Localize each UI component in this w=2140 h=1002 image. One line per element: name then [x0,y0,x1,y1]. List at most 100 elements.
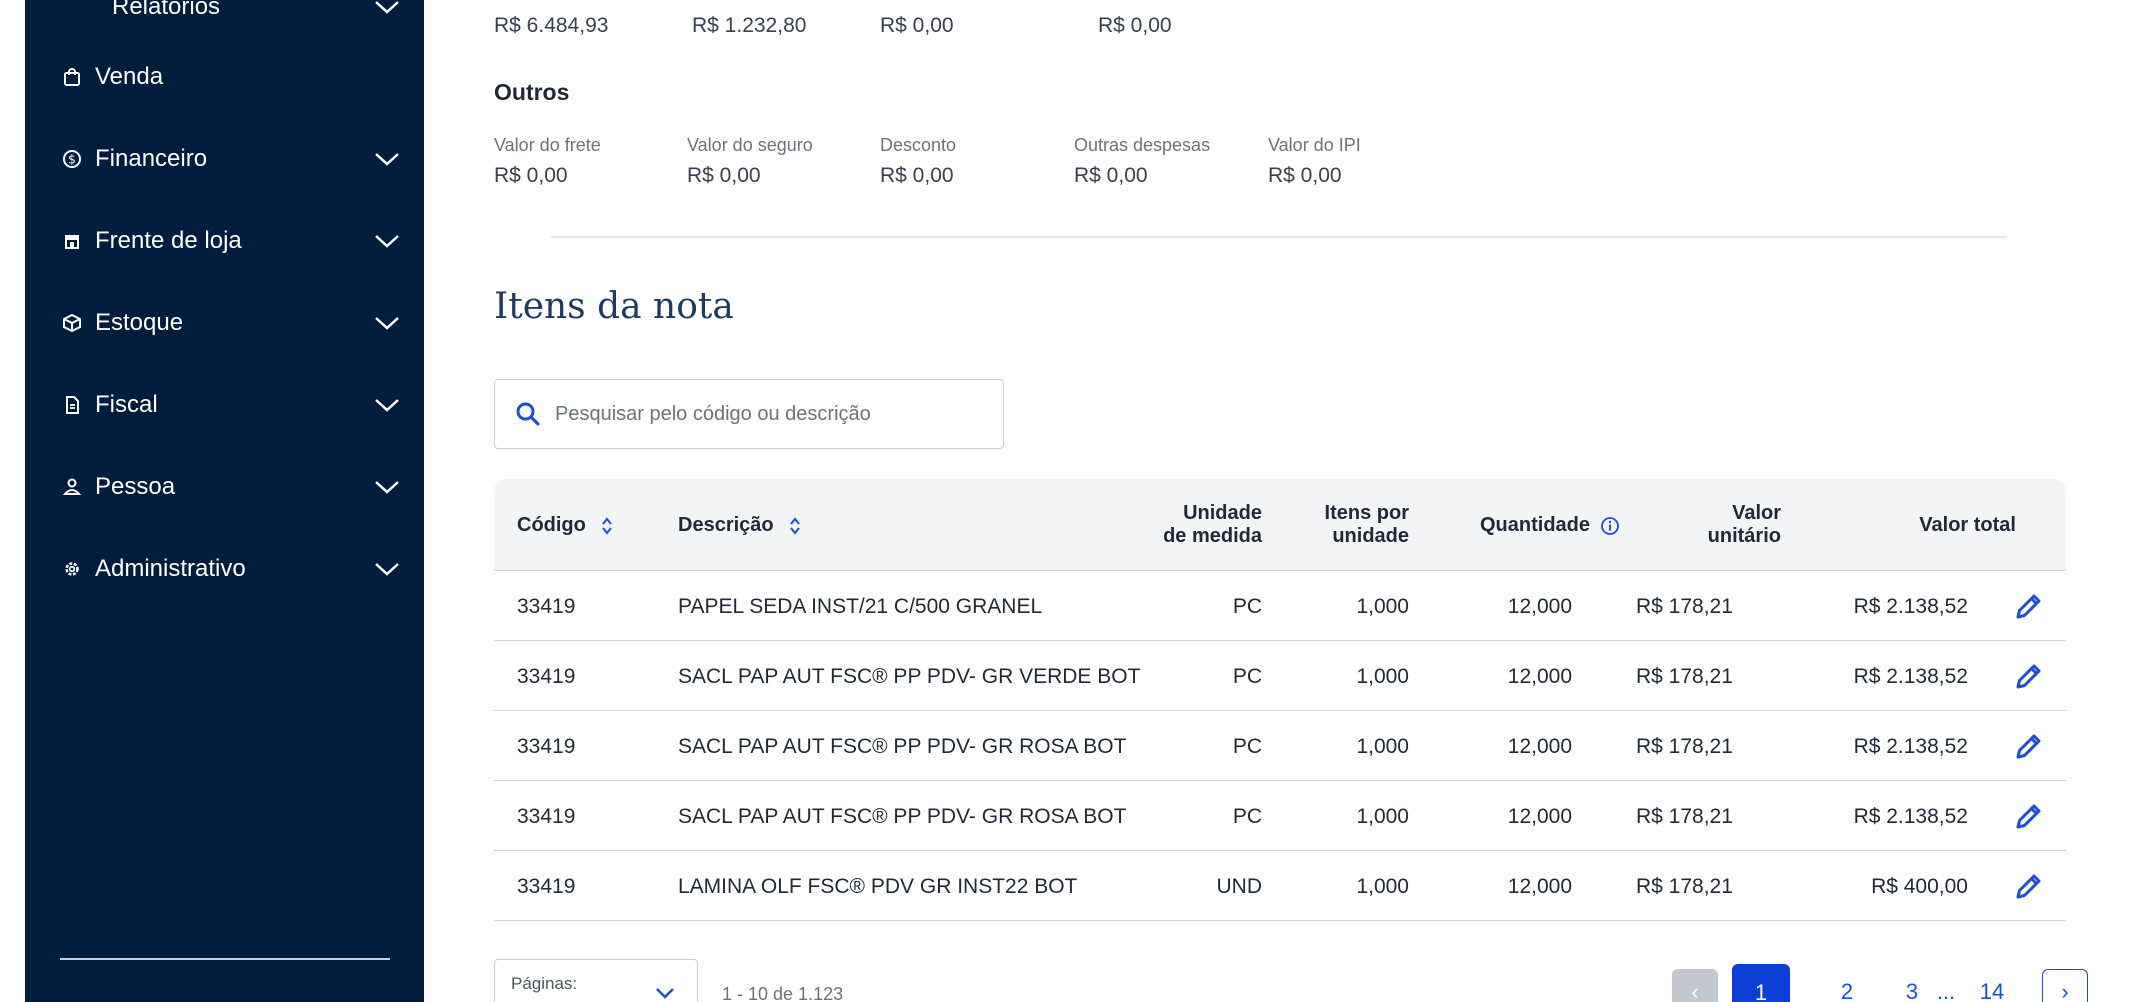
cell-quantidade: 12,000 [1507,595,1572,618]
chevron-down-icon [375,317,399,330]
cell-unidade: UND [1216,875,1263,898]
dollar-icon: $ [61,148,83,170]
page-button-1[interactable]: 1 [1732,964,1790,1002]
edit-icon[interactable] [2014,731,2044,761]
edit-icon[interactable] [2014,591,2044,621]
sidebar-item-relatorios[interactable]: Relatórios [61,0,415,36]
table-header: Código Descrição Unidade de medida Itens… [494,479,2066,571]
cell-descricao: LAMINA OLF FSC® PDV GR INST22 BOT [678,875,1078,898]
sidebar-item-label: Venda [95,63,164,90]
cell-valor-unitario: R$ 178,21 [1636,875,1733,898]
sort-icon [790,517,800,535]
gear-icon [61,558,83,580]
sidebar-item-label: Financeiro [95,145,208,172]
cell-codigo: 33419 [517,595,576,618]
section-title-outros: Outros [494,79,570,105]
field-value: R$ 0,00 [1074,164,1148,187]
page-button-14[interactable]: 14 [1969,969,2015,1002]
cell-valor-total: R$ 2.138,52 [1853,665,1968,688]
chevron-down-icon [375,235,399,248]
cell-codigo: 33419 [517,875,576,898]
cell-itens: 1,000 [1356,665,1409,688]
search-icon [516,402,540,426]
sidebar-item-financeiro[interactable]: $ Financeiro [61,130,415,188]
cell-descricao: SACL PAP AUT FSC® PP PDV- GR ROSA BOT [678,805,1127,828]
edit-icon[interactable] [2014,871,2044,901]
info-icon[interactable] [1600,516,1620,536]
sidebar-item-label: Estoque [95,309,184,336]
table-row: 33419 LAMINA OLF FSC® PDV GR INST22 BOT … [494,851,2066,921]
chevron-down-icon [375,399,399,412]
cell-unidade: PC [1232,805,1262,828]
chevron-down-icon [375,153,399,166]
cell-quantidade: 12,000 [1507,665,1572,688]
field-value: R$ 0,00 [1268,164,1342,187]
page-button-2[interactable]: 2 [1824,969,1870,1002]
column-header-label: Quantidade [1480,514,1591,536]
cell-valor-total: R$ 2.138,52 [1853,735,1968,758]
page-ellipsis: ... [1936,979,1956,1002]
sidebar-item-pessoa[interactable]: Pessoa [61,458,415,516]
person-icon [61,476,83,498]
table-row: 33419 SACL PAP AUT FSC® PP PDV- GR VERDE… [494,641,2066,711]
cell-itens: 1,000 [1356,805,1409,828]
column-header-valor-unitario: Valor unitário [1708,502,1781,548]
field-value: R$ 0,00 [880,164,954,187]
edit-icon[interactable] [2014,661,2044,691]
next-page-button[interactable]: › [2042,969,2088,1002]
cell-descricao: PAPEL SEDA INST/21 C/500 GRANEL [678,595,1043,618]
items-table: Código Descrição Unidade de medida Itens… [494,479,2066,921]
tax-value: R$ 1.232,80 [692,14,807,37]
cell-descricao: SACL PAP AUT FSC® PP PDV- GR ROSA BOT [678,735,1127,758]
column-header-unidade: Unidade de medida [1163,502,1262,548]
sidebar-item-frente-de-loja[interactable]: Frente de loja [61,212,415,270]
report-icon [61,0,83,18]
field-label: Valor do IPI [1268,135,1361,155]
page-size-select[interactable]: Páginas: [494,959,698,1002]
column-header-codigo[interactable]: Código [517,514,613,537]
column-header-label: unitário [1707,525,1781,547]
section-divider [551,236,2007,238]
sidebar: Relatórios Venda $ Financeiro Frente de … [25,0,424,1002]
cell-unidade: PC [1232,665,1262,688]
cell-valor-unitario: R$ 178,21 [1636,665,1733,688]
left-gutter [0,0,25,1002]
pagination-range: 1 - 10 de 1.123 [722,984,844,1002]
column-header-quantidade: Quantidade [1480,514,1620,537]
sidebar-item-label: Pessoa [95,473,176,500]
tax-value: R$ 0,00 [880,14,954,37]
cell-itens: 1,000 [1356,875,1409,898]
sidebar-item-label: Frente de loja [95,227,242,254]
sidebar-divider [60,958,390,960]
table-row: 33419 SACL PAP AUT FSC® PP PDV- GR ROSA … [494,711,2066,781]
sidebar-item-venda[interactable]: Venda [61,48,415,106]
field-label: Outras despesas [1074,135,1211,155]
column-header-label: Valor [1732,502,1781,524]
column-header-valor-total: Valor total [1919,514,2016,536]
page-button-3[interactable]: 3 [1889,969,1935,1002]
cell-descricao: SACL PAP AUT FSC® PP PDV- GR VERDE BOT [678,665,1141,688]
column-header-label: Unidade [1183,502,1262,524]
items-title: Itens da nota [494,286,734,327]
sidebar-item-estoque[interactable]: Estoque [61,294,415,352]
cell-itens: 1,000 [1356,735,1409,758]
cell-unidade: PC [1232,595,1262,618]
column-header-itens-por-unidade: Itens por unidade [1325,502,1409,548]
column-header-descricao[interactable]: Descrição [678,514,801,537]
sidebar-item-administrativo[interactable]: Administrativo [61,540,415,598]
main-content: R$ 6.484,93 R$ 1.232,80 R$ 0,00 R$ 0,00 … [424,0,2140,1002]
table-row: 33419 PAPEL SEDA INST/21 C/500 GRANEL PC… [494,571,2066,641]
sidebar-item-fiscal[interactable]: Fiscal [61,376,415,434]
chevron-down-icon [375,1,399,14]
table-row: 33419 SACL PAP AUT FSC® PP PDV- GR ROSA … [494,781,2066,851]
svg-text:$: $ [68,153,76,167]
cell-valor-total: R$ 2.138,52 [1853,805,1968,828]
prev-page-button[interactable]: ‹ [1672,969,1718,1002]
cell-itens: 1,000 [1356,595,1409,618]
sort-icon [602,517,613,535]
cell-quantidade: 12,000 [1507,805,1572,828]
edit-icon[interactable] [2014,801,2044,831]
search-input[interactable] [555,402,975,426]
search-box[interactable] [494,379,1004,449]
field-label: Valor do seguro [687,135,813,155]
